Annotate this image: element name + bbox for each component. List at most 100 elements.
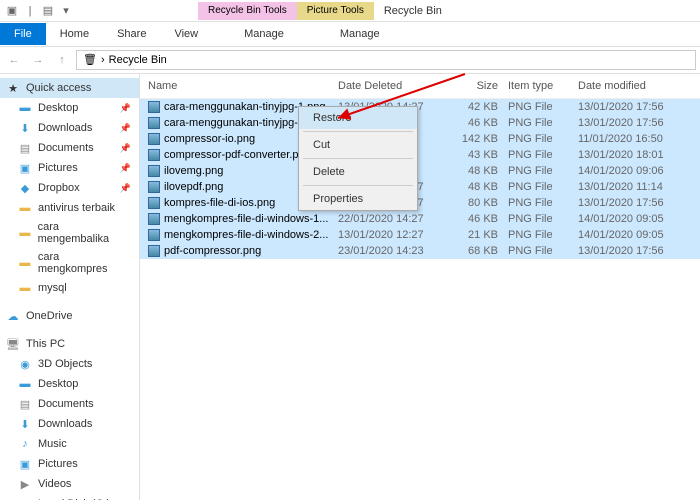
file-name: compressor-io.png bbox=[164, 133, 255, 145]
file-row[interactable]: compressor-io.png142 KBPNG File11/01/202… bbox=[140, 131, 700, 147]
properties-icon[interactable]: ▤ bbox=[40, 3, 56, 19]
tab-share[interactable]: Share bbox=[103, 23, 160, 45]
png-file-icon bbox=[148, 117, 160, 129]
menu-properties[interactable]: Properties bbox=[299, 188, 417, 210]
sidebar-quick-access[interactable]: ★Quick access bbox=[0, 78, 139, 98]
file-date-modified: 14/01/2020 09:06 bbox=[578, 165, 688, 177]
music-icon: ♪ bbox=[18, 437, 32, 451]
contextual-tab-recycle[interactable]: Recycle Bin Tools bbox=[198, 2, 297, 20]
sidebar-documents[interactable]: ▤Documents📌 bbox=[0, 138, 139, 158]
star-icon: ★ bbox=[6, 81, 20, 95]
ribbon-tabs: File Home Share View Manage Manage bbox=[0, 22, 700, 46]
png-file-icon bbox=[148, 197, 160, 209]
tab-manage-picture[interactable]: Manage bbox=[326, 23, 394, 45]
menu-cut[interactable]: Cut bbox=[299, 134, 417, 156]
sidebar-onedrive[interactable]: ☁OneDrive bbox=[0, 306, 139, 326]
sidebar-folder[interactable]: ▬cara mengembalika bbox=[0, 218, 139, 248]
file-size: 68 KB bbox=[448, 245, 508, 257]
file-name: kompres-file-di-ios.png bbox=[164, 197, 275, 209]
sidebar-thispc[interactable]: 🖥This PC bbox=[0, 334, 139, 354]
tab-manage-recycle[interactable]: Manage bbox=[230, 23, 298, 45]
file-date-modified: 13/01/2020 11:14 bbox=[578, 181, 688, 193]
divider: | bbox=[22, 3, 38, 19]
file-size: 80 KB bbox=[448, 197, 508, 209]
sidebar-pc-pictures[interactable]: ▣Pictures bbox=[0, 454, 139, 474]
png-file-icon bbox=[148, 229, 160, 241]
file-row[interactable]: ilovemg.png48 KBPNG File14/01/2020 09:06 bbox=[140, 163, 700, 179]
folder-icon: ▬ bbox=[18, 281, 32, 295]
folder-icon[interactable]: ▣ bbox=[4, 3, 20, 19]
recycle-bin-icon: 🗑 bbox=[83, 53, 97, 67]
address-bar: ← → ↑ 🗑 › Recycle Bin bbox=[0, 46, 700, 74]
col-size: Size bbox=[448, 80, 508, 92]
documents-icon: ▤ bbox=[18, 397, 32, 411]
file-row[interactable]: ilovepdf.png13/01/2020 14:2748 KBPNG Fil… bbox=[140, 179, 700, 195]
file-date-modified: 13/01/2020 17:56 bbox=[578, 117, 688, 129]
column-headers[interactable]: Name Date Deleted Size Item type Date mo… bbox=[140, 74, 700, 99]
png-file-icon bbox=[148, 245, 160, 257]
navigation-pane: ★Quick access ▬Desktop📌 ⬇Downloads📌 ▤Doc… bbox=[0, 74, 140, 500]
pc-icon: 🖥 bbox=[6, 337, 20, 351]
file-row[interactable]: mengkompres-file-di-windows-2...13/01/20… bbox=[140, 227, 700, 243]
file-date-modified: 14/01/2020 09:05 bbox=[578, 213, 688, 225]
sidebar-pc-downloads[interactable]: ⬇Downloads bbox=[0, 414, 139, 434]
png-file-icon bbox=[148, 133, 160, 145]
sidebar-3dobjects[interactable]: ◉3D Objects bbox=[0, 354, 139, 374]
sidebar-folder[interactable]: ▬antivirus terbaik bbox=[0, 198, 139, 218]
file-size: 142 KB bbox=[448, 133, 508, 145]
sidebar-folder[interactable]: ▬cara mengkompres bbox=[0, 248, 139, 278]
col-date-modified: Date modified bbox=[578, 80, 688, 92]
sidebar-pc-music[interactable]: ♪Music bbox=[0, 434, 139, 454]
pin-icon: 📌 bbox=[120, 103, 131, 114]
sidebar-pictures[interactable]: ▣Pictures📌 bbox=[0, 158, 139, 178]
forward-button[interactable]: → bbox=[28, 50, 48, 70]
file-row[interactable]: pdf-compressor.png23/01/2020 14:2368 KBP… bbox=[140, 243, 700, 259]
tab-file[interactable]: File bbox=[0, 23, 46, 45]
file-name: mengkompres-file-di-windows-2... bbox=[164, 229, 328, 241]
folder-icon: ▬ bbox=[18, 226, 32, 240]
sidebar-pc-localdisk[interactable]: ⊟Local Disk (C:) bbox=[0, 494, 139, 500]
sidebar-folder[interactable]: ▬mysql bbox=[0, 278, 139, 298]
file-size: 48 KB bbox=[448, 165, 508, 177]
file-type: PNG File bbox=[508, 197, 578, 209]
file-date-deleted: 22/01/2020 14:27 bbox=[338, 213, 448, 225]
file-date-modified: 13/01/2020 17:56 bbox=[578, 245, 688, 257]
file-row[interactable]: cara-menggunakan-tinyjpg-1.png13/01/2020… bbox=[140, 99, 700, 115]
tab-home[interactable]: Home bbox=[46, 23, 103, 45]
contextual-tab-picture[interactable]: Picture Tools bbox=[297, 2, 374, 20]
pin-icon: 📌 bbox=[120, 183, 131, 194]
context-menu: Restore Cut Delete Properties bbox=[298, 106, 418, 211]
desktop-icon: ▬ bbox=[18, 101, 32, 115]
file-type: PNG File bbox=[508, 181, 578, 193]
file-type: PNG File bbox=[508, 101, 578, 113]
file-row[interactable]: kompres-file-di-ios.png13/01/2020 14:278… bbox=[140, 195, 700, 211]
sidebar-dropbox[interactable]: ◆Dropbox📌 bbox=[0, 178, 139, 198]
downloads-icon: ⬇ bbox=[18, 417, 32, 431]
sidebar-downloads[interactable]: ⬇Downloads📌 bbox=[0, 118, 139, 138]
file-name: pdf-compressor.png bbox=[164, 245, 261, 257]
file-row[interactable]: mengkompres-file-di-windows-1...22/01/20… bbox=[140, 211, 700, 227]
up-button[interactable]: ↑ bbox=[52, 50, 72, 70]
dropdown-icon[interactable]: ▾ bbox=[58, 3, 74, 19]
folder-icon: ▬ bbox=[18, 201, 32, 215]
col-date-deleted: Date Deleted bbox=[338, 80, 448, 92]
file-type: PNG File bbox=[508, 133, 578, 145]
menu-restore[interactable]: Restore bbox=[299, 107, 417, 129]
sidebar-pc-documents[interactable]: ▤Documents bbox=[0, 394, 139, 414]
col-name: Name bbox=[148, 80, 338, 92]
breadcrumb-bar[interactable]: 🗑 › Recycle Bin bbox=[76, 50, 696, 70]
menu-delete[interactable]: Delete bbox=[299, 161, 417, 183]
tab-view[interactable]: View bbox=[160, 23, 212, 45]
file-row[interactable]: compressor-pdf-converter.png43 KBPNG Fil… bbox=[140, 147, 700, 163]
sidebar-pc-desktop[interactable]: ▬Desktop bbox=[0, 374, 139, 394]
file-row[interactable]: cara-menggunakan-tinyjpg-Co...46 KBPNG F… bbox=[140, 115, 700, 131]
file-size: 42 KB bbox=[448, 101, 508, 113]
back-button[interactable]: ← bbox=[4, 50, 24, 70]
file-date-modified: 14/01/2020 09:05 bbox=[578, 229, 688, 241]
file-date-modified: 13/01/2020 17:56 bbox=[578, 197, 688, 209]
file-type: PNG File bbox=[508, 213, 578, 225]
sidebar-pc-videos[interactable]: ▶Videos bbox=[0, 474, 139, 494]
file-size: 21 KB bbox=[448, 229, 508, 241]
sidebar-desktop[interactable]: ▬Desktop📌 bbox=[0, 98, 139, 118]
file-type: PNG File bbox=[508, 165, 578, 177]
